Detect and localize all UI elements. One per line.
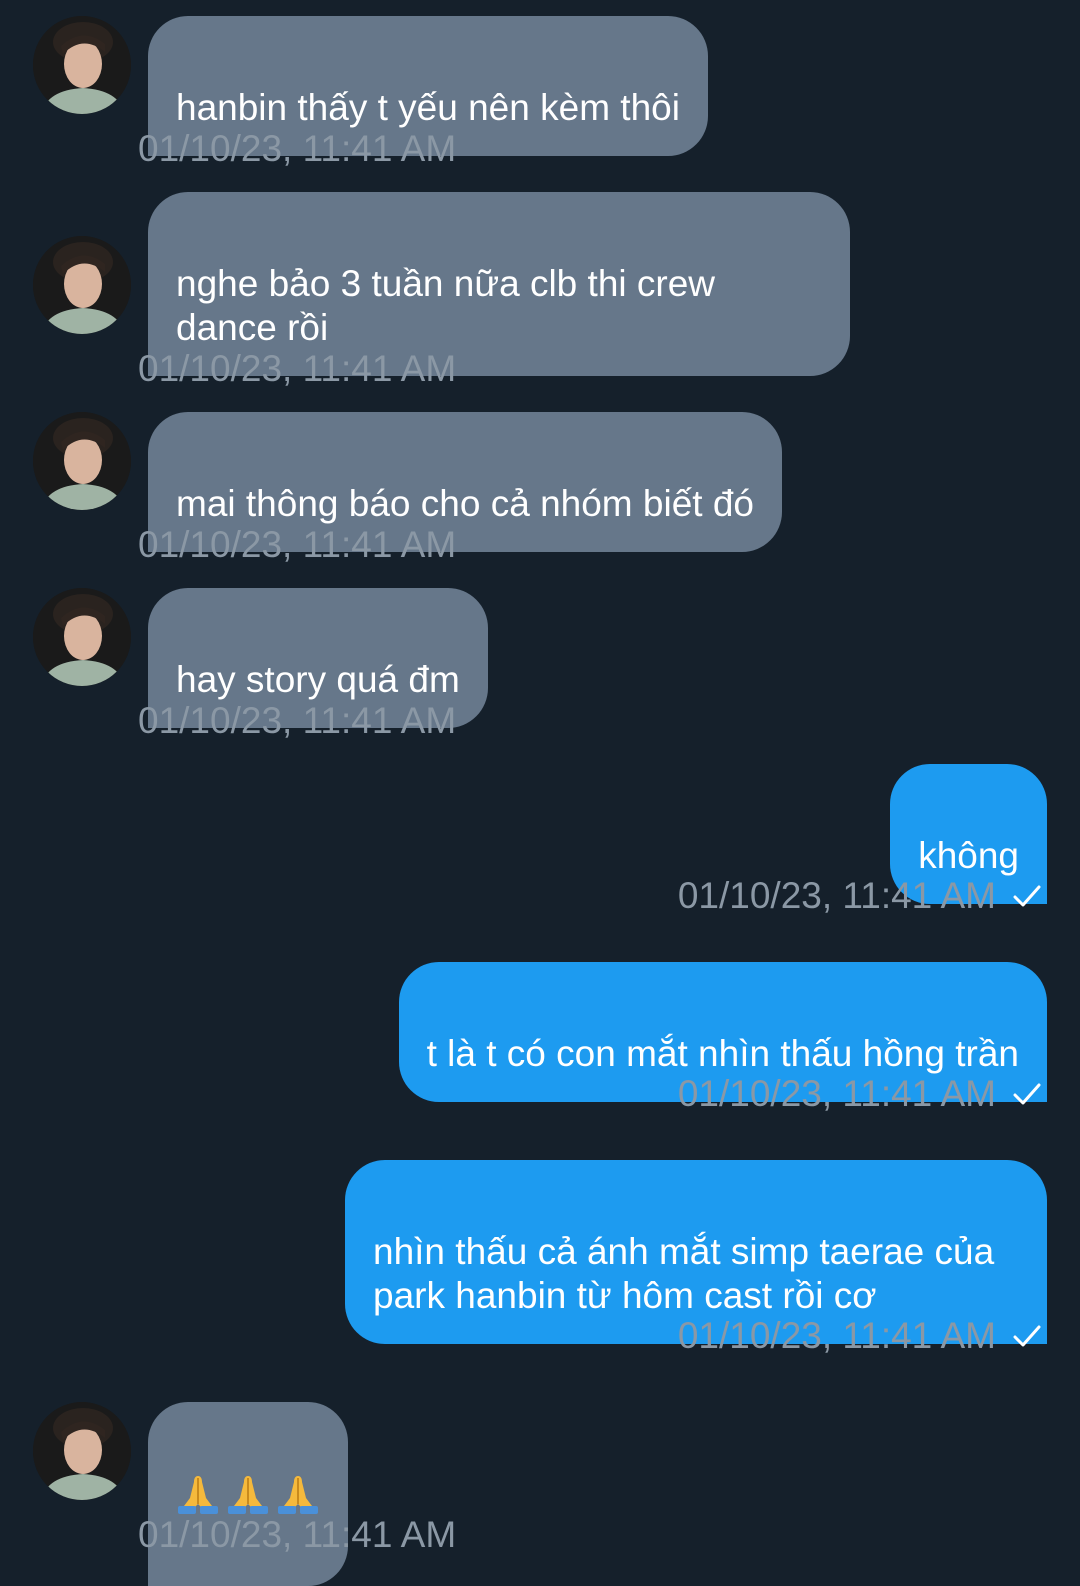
avatar-photo-icon — [33, 16, 131, 114]
avatar[interactable] — [33, 16, 131, 114]
message-timestamp: 01/10/23, 11:41 AM — [677, 1073, 996, 1114]
avatar-photo-icon — [33, 1402, 131, 1500]
message-meta: 01/10/23, 11:41 AM — [678, 1072, 1042, 1116]
message-text: nghe bảo 3 tuần nữa clb thi crew dance r… — [176, 263, 716, 348]
message-text: hanbin thấy t yếu nên kèm thôi — [176, 87, 680, 128]
message-text: mai thông báo cho cả nhóm biết đó — [176, 483, 754, 524]
message-meta: 01/10/23, 11:41 AM — [678, 874, 1042, 918]
message-timestamp: 01/10/23, 11:41 AM — [138, 1514, 457, 1555]
message-text: hay story quá đm — [176, 659, 460, 700]
avatar-photo-icon — [33, 412, 131, 510]
folded-hands-emoji — [228, 1476, 268, 1514]
folded-hands-emoji — [278, 1476, 318, 1514]
message-timestamp: 01/10/23, 11:41 AM — [677, 1315, 996, 1356]
folded-hands-emoji — [178, 1476, 218, 1514]
message-text: nhìn thấu cả ánh mắt simp taerae của par… — [373, 1231, 995, 1316]
check-icon — [1012, 1321, 1042, 1351]
message-timestamp: 01/10/23, 11:41 AM — [677, 875, 996, 916]
avatar-photo-icon — [33, 236, 131, 334]
avatar[interactable] — [33, 588, 131, 686]
avatar-photo-icon — [33, 588, 131, 686]
message-timestamp: 01/10/23, 11:41 AM — [138, 524, 457, 565]
message-meta: 01/10/23, 11:41 AM — [678, 1314, 1042, 1358]
avatar[interactable] — [33, 412, 131, 510]
message-bubble[interactable] — [148, 1402, 348, 1586]
avatar[interactable] — [33, 236, 131, 334]
message-text: t là t có con mắt nhìn thấu hồng trần — [426, 1033, 1019, 1074]
message-timestamp: 01/10/23, 11:41 AM — [138, 700, 457, 741]
check-icon — [1012, 881, 1042, 911]
message-text: không — [918, 835, 1019, 876]
avatar[interactable] — [33, 1402, 131, 1500]
emoji-row — [176, 1472, 320, 1516]
message-timestamp: 01/10/23, 11:41 AM — [138, 348, 457, 389]
check-icon — [1012, 1079, 1042, 1109]
message-timestamp: 01/10/23, 11:41 AM — [138, 128, 457, 169]
